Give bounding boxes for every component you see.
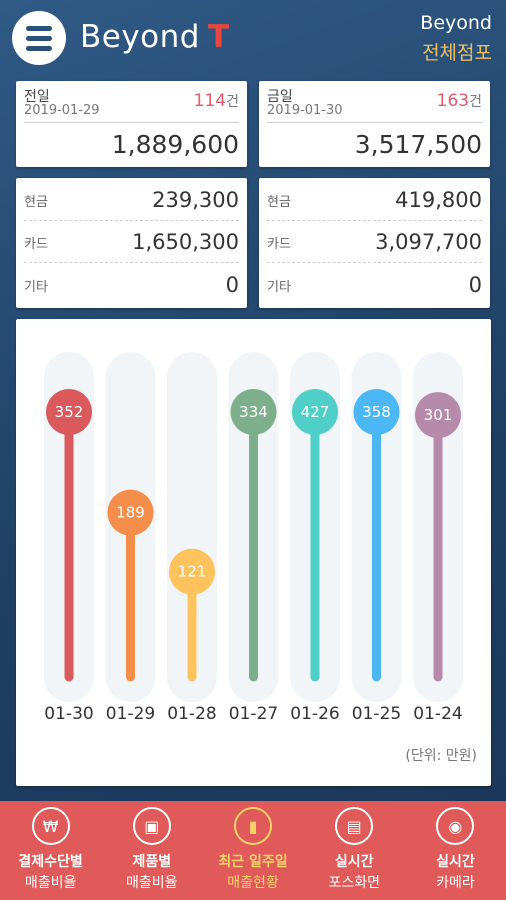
store-selector[interactable]: Beyond 전체점포	[420, 12, 492, 65]
app-header: Beyond T Beyond 전체점포	[0, 0, 506, 78]
nav-wallet[interactable]: ₩ 결제수단별매출비율	[0, 801, 101, 900]
nav-sublabel: 카메라	[436, 875, 475, 891]
app-logo: Beyond T	[80, 19, 230, 55]
nav-label: 최근 일주일	[218, 854, 288, 870]
summary-card-yesterday: 전일 2019-01-29 114건 1,889,600	[16, 81, 247, 167]
bar-value-label: 427	[301, 403, 330, 421]
summary-card-today: 금일 2019-01-30 163건 3,517,500	[259, 81, 490, 167]
chart-svg: 352 01-30 189 01-29 121 01-28 334 01-27 427 01-26…	[44, 352, 463, 724]
nav-label: 실시간	[334, 854, 374, 870]
payment-row-cash: 현금 239,300	[24, 180, 239, 221]
nav-bar-chart[interactable]: ▮ 최근 일주일매출현황	[202, 801, 303, 900]
payment-card-yesterday: 현금 239,300 카드 1,650,300 기타 0	[16, 178, 247, 308]
summary-amount: 1,889,600	[111, 130, 239, 159]
camera-icon: ◉	[436, 807, 475, 845]
payment-row-card: 카드 1,650,300	[24, 222, 239, 263]
nav-pos-register[interactable]: ▤ 실시간포스화면	[304, 801, 405, 900]
summary-date: 2019-01-29	[24, 103, 100, 118]
brand-name: Beyond	[420, 12, 492, 34]
payment-row-card: 카드 3,097,700	[267, 222, 482, 263]
nav-box[interactable]: ▣ 제품별매출비율	[101, 801, 202, 900]
nav-sublabel: 매출현황	[227, 875, 279, 891]
x-tick-label: 01-28	[167, 704, 216, 724]
bottom-nav: ₩ 결제수단별매출비율 ▣ 제품별매출비율 ▮ 최근 일주일매출현황 ▤ 실시간포스화면 ◉ 실시…	[0, 801, 506, 900]
x-tick-label: 01-24	[413, 704, 462, 724]
chart-unit-note: (단위: 만원)	[405, 748, 477, 764]
divider	[24, 122, 239, 123]
bar-value-label: 301	[424, 406, 453, 424]
payment-row-cash: 현금 419,800	[267, 180, 482, 221]
box-icon: ▣	[132, 807, 171, 845]
nav-camera[interactable]: ◉ 실시간카메라	[405, 801, 506, 900]
nav-sublabel: 매출비율	[126, 875, 178, 891]
payment-row-other: 기타 0	[24, 273, 239, 297]
menu-button[interactable]	[12, 11, 66, 65]
payment-row-other: 기타 0	[267, 273, 482, 297]
x-tick-label: 01-25	[352, 704, 401, 724]
wallet-icon: ₩	[31, 807, 70, 845]
bar-value-label: 352	[55, 403, 84, 421]
bar-value-label: 358	[362, 403, 391, 421]
x-tick-label: 01-30	[44, 704, 93, 724]
bar-value-label: 334	[239, 403, 268, 421]
summary-amount: 3,517,500	[354, 130, 482, 159]
x-tick-label: 01-29	[106, 704, 155, 724]
bar-value-label: 121	[178, 563, 207, 581]
summary-date: 2019-01-30	[267, 103, 343, 118]
x-tick-label: 01-27	[229, 704, 278, 724]
hamburger-icon	[26, 25, 52, 31]
bar-value-label: 189	[116, 504, 145, 522]
nav-sublabel: 매출비율	[24, 875, 77, 891]
nav-label: 제품별	[132, 854, 172, 870]
pos-register-icon: ▤	[335, 807, 374, 845]
nav-sublabel: 포스화면	[328, 875, 380, 891]
summary-count: 114건	[193, 91, 239, 111]
bar-chart-icon: ▮	[234, 807, 272, 845]
divider	[267, 122, 482, 123]
nav-label: 실시간	[436, 854, 475, 870]
summary-count: 163건	[436, 91, 482, 111]
nav-label: 결제수단별	[18, 854, 83, 870]
weekly-sales-chart: 352 01-30 189 01-29 121 01-28 334 01-27 427 01-26…	[16, 319, 491, 786]
x-tick-label: 01-26	[290, 704, 339, 724]
store-name[interactable]: 전체점포	[420, 38, 492, 65]
payment-card-today: 현금 419,800 카드 3,097,700 기타 0	[259, 178, 490, 308]
